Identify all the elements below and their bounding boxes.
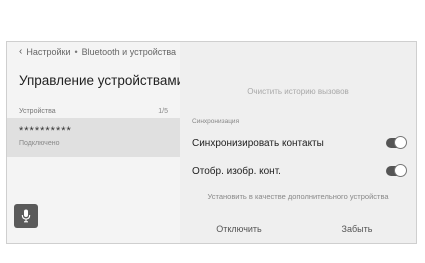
show-contact-images-toggle[interactable] bbox=[386, 164, 407, 177]
devices-header-label: Устройства bbox=[19, 108, 56, 115]
disconnect-button[interactable]: Отключить bbox=[180, 214, 298, 243]
toggle-knob bbox=[394, 164, 407, 177]
devices-header: Устройства 1/5 bbox=[19, 108, 168, 115]
breadcrumb: ‹ Настройки • Bluetooth и устройства bbox=[19, 46, 176, 57]
device-list-item[interactable]: ********** Подключено bbox=[7, 118, 180, 157]
device-status: Подключено bbox=[19, 140, 60, 147]
forget-button[interactable]: Забыть bbox=[298, 214, 416, 243]
breadcrumb-settings[interactable]: Настройки bbox=[26, 47, 70, 57]
clear-call-history-button[interactable]: Очистить историю вызовов bbox=[180, 77, 416, 105]
breadcrumb-separator: • bbox=[74, 46, 78, 57]
voice-button[interactable] bbox=[14, 204, 38, 228]
chevron-left-icon[interactable]: ‹ bbox=[19, 46, 22, 57]
show-contact-images-row[interactable]: Отобр. изобр. конт. bbox=[180, 159, 416, 183]
sync-contacts-toggle[interactable] bbox=[386, 136, 407, 149]
breadcrumb-bluetooth[interactable]: Bluetooth и устройства bbox=[82, 47, 176, 57]
bottom-actions: Отключить Забыть bbox=[180, 214, 416, 243]
page-title: Управление устройствами bbox=[19, 73, 185, 88]
sync-contacts-label: Синхронизировать контакты bbox=[192, 137, 324, 149]
device-name: ********** bbox=[19, 125, 72, 137]
devices-count: 1/5 bbox=[158, 108, 168, 115]
sync-header: Синхронизация bbox=[192, 118, 240, 125]
set-as-aux-device-button[interactable]: Установить в качестве дополнительного ус… bbox=[180, 186, 416, 206]
microphone-icon bbox=[21, 209, 31, 223]
settings-window: ‹ Настройки • Bluetooth и устройства Упр… bbox=[6, 41, 417, 244]
left-panel: ‹ Настройки • Bluetooth и устройства Упр… bbox=[7, 42, 184, 243]
show-contact-images-label: Отобр. изобр. конт. bbox=[192, 165, 281, 177]
sync-contacts-row[interactable]: Синхронизировать контакты bbox=[180, 131, 416, 155]
toggle-knob bbox=[394, 136, 407, 149]
right-panel: Очистить историю вызовов Синхронизация С… bbox=[180, 42, 416, 243]
